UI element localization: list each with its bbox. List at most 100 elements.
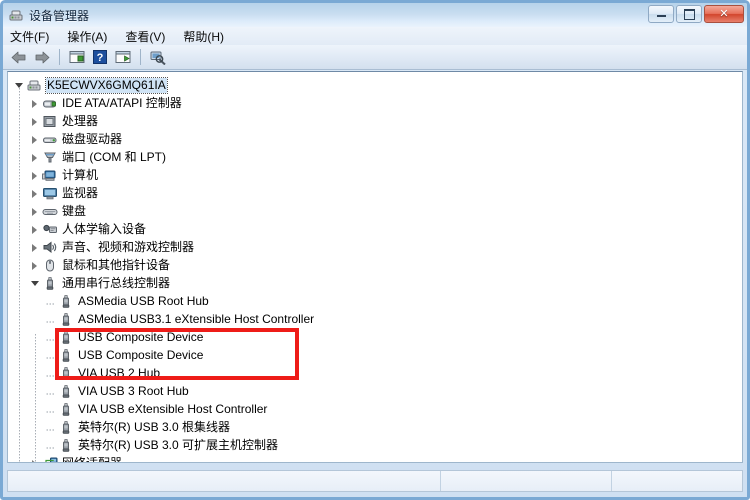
- back-arrow-icon[interactable]: [9, 47, 29, 67]
- expand-triangle-icon[interactable]: [30, 458, 41, 462]
- usb-device-icon: [58, 438, 74, 453]
- expand-triangle-icon[interactable]: [30, 206, 41, 217]
- collapse-triangle-icon[interactable]: [30, 278, 41, 289]
- tree-item-label: IDE ATA/ATAPI 控制器: [62, 95, 182, 110]
- expand-triangle-icon[interactable]: [30, 116, 41, 127]
- tree-line-spacer: [46, 296, 57, 307]
- tree-line-spacer: [46, 368, 57, 379]
- tree-item[interactable]: 处理器: [8, 112, 742, 130]
- tree-item[interactable]: IDE ATA/ATAPI 控制器: [8, 94, 742, 112]
- tree-item[interactable]: 端口 (COM 和 LPT): [8, 148, 742, 166]
- ide-controller-icon: [42, 96, 58, 111]
- minimize-button[interactable]: [648, 5, 674, 23]
- tree-item[interactable]: VIA USB 2 Hub: [8, 364, 742, 382]
- tree-line-spacer: [46, 314, 57, 325]
- tree-item-label: 键盘: [62, 203, 87, 218]
- tree-item-label: VIA USB 2 Hub: [78, 365, 161, 380]
- tree-item-label: VIA USB 3 Root Hub: [78, 383, 189, 398]
- close-button[interactable]: ✕: [704, 5, 744, 23]
- tree-item[interactable]: 监视器: [8, 184, 742, 202]
- tree-line-spacer: [46, 404, 57, 415]
- tree-item[interactable]: VIA USB 3 Root Hub: [8, 382, 742, 400]
- tree-line-spacer: [46, 332, 57, 343]
- menu-action[interactable]: 操作(A): [67, 28, 116, 45]
- status-panel-1: [8, 471, 440, 491]
- window-title: 设备管理器: [29, 8, 90, 23]
- processor-icon: [42, 114, 58, 129]
- menu-bar: 文件(F) 操作(A) 查看(V) 帮助(H): [3, 27, 747, 45]
- tree-item[interactable]: USB Composite Device: [8, 346, 742, 364]
- usb-device-icon: [58, 420, 74, 435]
- ports-icon: [42, 150, 58, 165]
- tree-item-label: VIA USB eXtensible Host Controller: [78, 401, 268, 416]
- computer-node-icon: [42, 168, 58, 183]
- scan-hardware-changes-icon[interactable]: [148, 47, 168, 67]
- tree-item-label: 人体学输入设备: [62, 221, 147, 236]
- minimize-icon: [656, 12, 666, 17]
- maximize-button[interactable]: [676, 5, 702, 23]
- forward-arrow-icon[interactable]: [32, 47, 52, 67]
- tree-item-label: ASMedia USB3.1 eXtensible Host Controlle…: [78, 311, 315, 326]
- tree-item[interactable]: 人体学输入设备: [8, 220, 742, 238]
- expand-triangle-icon[interactable]: [30, 152, 41, 163]
- tree-item[interactable]: ASMedia USB Root Hub: [8, 292, 742, 310]
- expand-triangle-icon[interactable]: [30, 224, 41, 235]
- tree-item-label: 通用串行总线控制器: [62, 275, 171, 290]
- tree-root-node[interactable]: K5ECWVX6GMQ61IA: [8, 76, 742, 94]
- usb-device-icon: [58, 402, 74, 417]
- tree-item-label: 英特尔(R) USB 3.0 可扩展主机控制器: [78, 437, 279, 452]
- expand-triangle-icon[interactable]: [30, 242, 41, 253]
- window-controls: ✕: [648, 5, 744, 23]
- tree-item[interactable]: VIA USB eXtensible Host Controller: [8, 400, 742, 418]
- tree-item[interactable]: 计算机: [8, 166, 742, 184]
- tree-item[interactable]: USB Composite Device: [8, 328, 742, 346]
- tree-item[interactable]: 英特尔(R) USB 3.0 可扩展主机控制器: [8, 436, 742, 454]
- tree-item[interactable]: 声音、视频和游戏控制器: [8, 238, 742, 256]
- tree-item[interactable]: 网络适配器: [8, 454, 742, 462]
- tree-item[interactable]: 键盘: [8, 202, 742, 220]
- title-bar: 设备管理器 ✕: [3, 3, 747, 27]
- status-panel-2: [440, 471, 611, 491]
- usb-device-icon: [58, 312, 74, 327]
- tree-item[interactable]: 通用串行总线控制器: [8, 274, 742, 292]
- tree-item-label: K5ECWVX6GMQ61IA: [45, 76, 168, 94]
- tree-item-label: 计算机: [62, 167, 99, 182]
- device-manager-icon: [8, 7, 24, 23]
- menu-file[interactable]: 文件(F): [10, 28, 58, 45]
- expand-triangle-icon[interactable]: [30, 188, 41, 199]
- expand-triangle-icon[interactable]: [30, 260, 41, 271]
- menu-help[interactable]: 帮助(H): [183, 28, 233, 45]
- keyboard-icon: [42, 204, 58, 219]
- tree-item[interactable]: 磁盘驱动器: [8, 130, 742, 148]
- hid-icon: [42, 222, 58, 237]
- tree-item-label: 鼠标和其他指针设备: [62, 257, 171, 272]
- update-driver-icon[interactable]: [113, 47, 133, 67]
- monitor-icon: [42, 186, 58, 201]
- usb-device-icon: [58, 384, 74, 399]
- tree-item[interactable]: 英特尔(R) USB 3.0 根集线器: [8, 418, 742, 436]
- toolbar-separator: [59, 49, 60, 65]
- svg-text:?: ?: [97, 52, 104, 64]
- usb-device-icon: [58, 330, 74, 345]
- tree-item[interactable]: 鼠标和其他指针设备: [8, 256, 742, 274]
- expand-triangle-icon[interactable]: [30, 170, 41, 181]
- expand-triangle-icon[interactable]: [30, 98, 41, 109]
- menu-view[interactable]: 查看(V): [125, 28, 174, 45]
- computer-icon: [26, 78, 42, 93]
- properties-icon[interactable]: [67, 47, 87, 67]
- collapse-triangle-icon[interactable]: [14, 80, 25, 91]
- usb-device-icon: [58, 348, 74, 363]
- tree-item-label: 英特尔(R) USB 3.0 根集线器: [78, 419, 231, 434]
- tree-line-spacer: [46, 440, 57, 451]
- toolbar-separator-2: [140, 49, 141, 65]
- help-icon[interactable]: ?: [90, 47, 110, 67]
- mouse-icon: [42, 258, 58, 273]
- expand-triangle-icon[interactable]: [30, 134, 41, 145]
- tree-line-spacer: [46, 422, 57, 433]
- tree-item[interactable]: ASMedia USB3.1 eXtensible Host Controlle…: [8, 310, 742, 328]
- status-panel-3: [611, 471, 742, 491]
- network-adapter-icon: [42, 456, 58, 462]
- maximize-icon: [683, 8, 695, 20]
- device-tree-pane[interactable]: K5ECWVX6GMQ61IA IDE ATA/ATAPI 控制器处理器 磁盘驱动器…: [7, 71, 743, 463]
- tree-item-label: USB Composite Device: [78, 347, 204, 362]
